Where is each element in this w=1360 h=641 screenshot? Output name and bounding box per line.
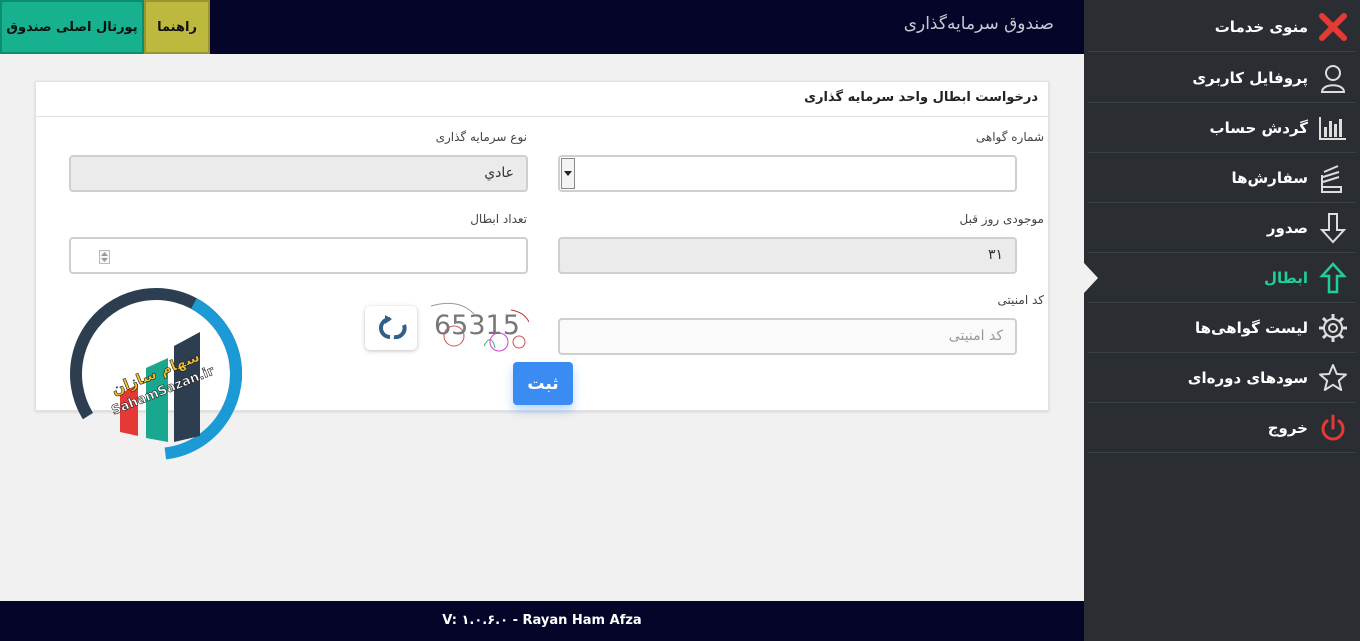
cancel-count-input[interactable]: [69, 237, 528, 274]
sidebar-item-certificates[interactable]: لیست گواهی‌ها: [1088, 303, 1356, 353]
sidebar-item-label: منوی خدمات: [1214, 17, 1308, 36]
sidebar-item-periodic-profits[interactable]: سودهای دوره‌ای: [1088, 353, 1356, 403]
power-icon: [1318, 413, 1348, 443]
help-button[interactable]: راهنما: [144, 0, 210, 54]
certificate-number-select[interactable]: [558, 155, 1017, 192]
security-code-input[interactable]: کد امنیتی: [558, 318, 1017, 355]
active-indicator-arrow: [1084, 263, 1098, 293]
sidebar-item-account-statement[interactable]: گردش حساب: [1088, 103, 1356, 153]
security-code-placeholder: کد امنیتی: [948, 328, 1003, 344]
orders-icon: [1318, 163, 1348, 193]
divider: [36, 116, 1048, 117]
sidebar-item-label: گردش حساب: [1209, 118, 1308, 137]
number-spinner[interactable]: [99, 250, 110, 264]
arrow-down-icon: [1318, 212, 1348, 243]
investment-type-field: عادي: [69, 155, 528, 192]
footer: V: ۱.۰.۶.۰ - Rayan Ham Afza: [0, 601, 1084, 641]
captcha-image: 65315: [429, 302, 530, 352]
investment-type-value: عادي: [484, 165, 514, 181]
security-code-label: کد امنیتی: [997, 293, 1044, 307]
arrow-up-icon: [1318, 261, 1348, 293]
cancel-count-label: تعداد ابطال: [470, 212, 527, 226]
sidebar: منوی خدمات پروفایل کاربری گردش حساب سفار…: [1084, 0, 1360, 641]
captcha-text: 65315: [434, 310, 520, 341]
top-bar: پورتال اصلی صندوق راهنما صندوق سرمایه‌گذ…: [0, 0, 1084, 54]
previous-balance-field: ۳۱: [558, 237, 1017, 274]
main-portal-button[interactable]: پورتال اصلی صندوق: [0, 0, 144, 54]
sidebar-item-label: خروج: [1267, 418, 1308, 437]
bar-chart-icon: [1318, 113, 1348, 143]
close-icon[interactable]: [1318, 12, 1348, 42]
sidebar-item-label: لیست گواهی‌ها: [1195, 318, 1308, 337]
sidebar-item-label: پروفایل کاربری: [1192, 68, 1308, 87]
user-icon: [1318, 63, 1348, 93]
certificate-number-label: شماره گواهی: [975, 130, 1044, 144]
submit-button[interactable]: ثبت: [513, 362, 573, 405]
previous-balance-label: موجودی روز قبل: [959, 212, 1044, 226]
sidebar-item-label: سفارش‌ها: [1231, 168, 1308, 187]
sidebar-item-logout[interactable]: خروج: [1088, 403, 1356, 453]
investment-type-label: نوع سرمایه گذاری: [435, 130, 527, 144]
gear-icon: [1318, 313, 1348, 343]
card-title: درخواست ابطال واحد سرمایه گذاری: [804, 90, 1038, 105]
sidebar-item-profile[interactable]: پروفایل کاربری: [1088, 53, 1356, 103]
refresh-icon: [379, 315, 407, 340]
sidebar-item-label: سودهای دوره‌ای: [1187, 368, 1308, 387]
chevron-down-icon[interactable]: [561, 158, 575, 189]
sidebar-item-label: صدور: [1266, 218, 1308, 237]
star-icon: [1318, 363, 1348, 393]
app-title: صندوق سرمایه‌گذاری: [903, 14, 1054, 34]
sidebar-item-cancel[interactable]: ابطال: [1088, 253, 1356, 303]
sidebar-item-services-menu[interactable]: منوی خدمات: [1088, 2, 1356, 52]
sidebar-item-issue[interactable]: صدور: [1088, 203, 1356, 253]
refresh-captcha-button[interactable]: [365, 306, 417, 350]
previous-balance-value: ۳۱: [987, 247, 1003, 263]
sahamsazan-watermark-logo: سهام سازان SahamSazan.ir: [68, 286, 244, 462]
sidebar-item-orders[interactable]: سفارش‌ها: [1088, 153, 1356, 203]
version-text: V: ۱.۰.۶.۰ - Rayan Ham Afza: [442, 613, 642, 628]
sidebar-item-label: ابطال: [1263, 268, 1308, 287]
